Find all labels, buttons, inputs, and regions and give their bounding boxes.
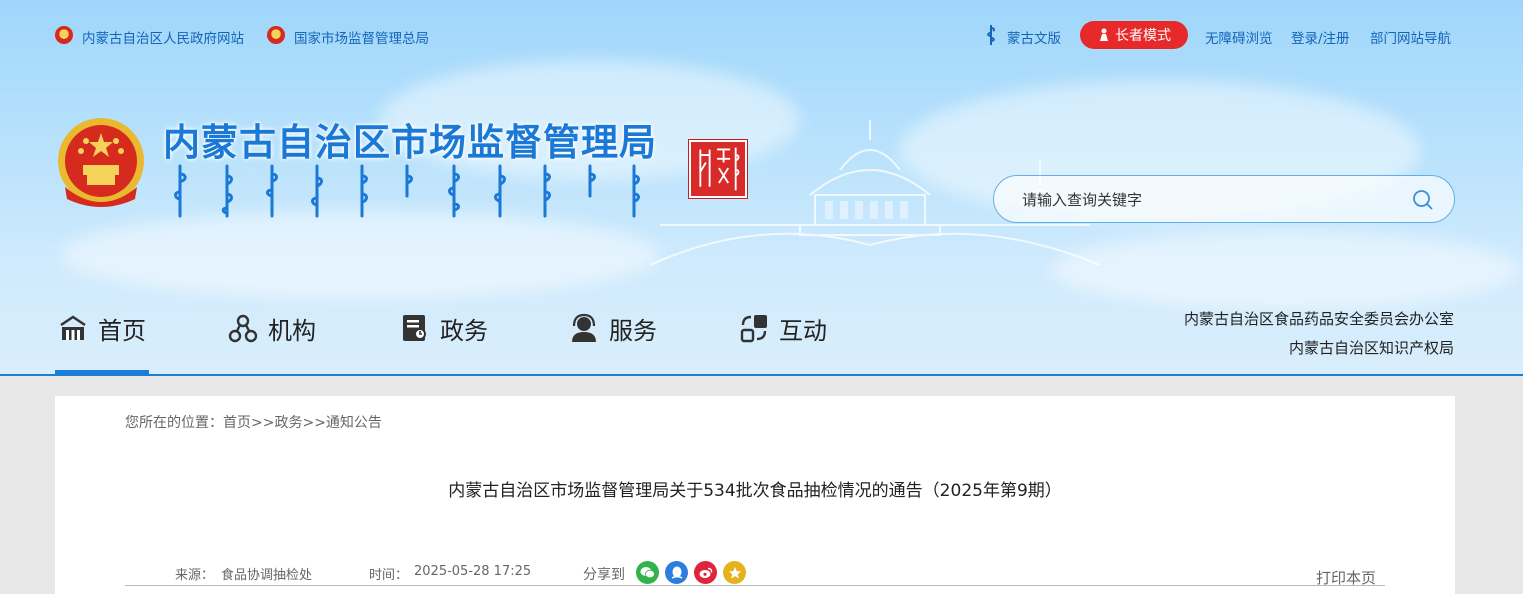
service-icon	[572, 313, 596, 342]
nav-affairs[interactable]: 政务	[400, 306, 488, 350]
nav-home-label: 首页	[98, 316, 146, 345]
elder-person-icon	[1100, 28, 1108, 41]
elder-mode-label: 长者模式	[1115, 28, 1171, 44]
samr-site-link[interactable]: 国家市场监督管理总局	[294, 27, 429, 47]
national-emblem-icon	[267, 26, 285, 44]
nav-service-label: 服务	[609, 316, 657, 345]
nav-interact-label: 互动	[779, 316, 827, 345]
ip-office-link[interactable]: 内蒙古自治区知识产权局	[1289, 337, 1454, 358]
search-icon[interactable]	[1412, 189, 1434, 211]
divider	[125, 585, 1385, 586]
national-emblem-icon	[55, 26, 73, 44]
mongolian-script-icon	[987, 25, 996, 45]
national-emblem-logo	[58, 118, 144, 207]
top-bar: 内蒙古自治区人民政府网站 国家市场监督管理总局 蒙古文版 长者模式 无障碍浏览 …	[0, 0, 1523, 72]
qzone-icon[interactable]	[723, 561, 746, 584]
nav-home[interactable]: 首页	[58, 306, 146, 350]
search-box[interactable]	[993, 175, 1455, 223]
org-icon	[228, 314, 258, 343]
dept-nav-link[interactable]: 部门网站导航	[1370, 27, 1451, 47]
breadcrumb: 您所在的位置：首页>>政务>>通知公告	[125, 415, 382, 431]
time-value: 2025-05-28 17:25	[414, 564, 532, 579]
mongolian-version-link[interactable]: 蒙古文版	[1007, 27, 1061, 47]
nav-active-indicator	[55, 370, 149, 376]
nav-affairs-label: 政务	[440, 316, 488, 345]
food-drug-safety-link[interactable]: 内蒙古自治区食品药品安全委员会办公室	[1184, 308, 1454, 329]
source-label: 来源：	[175, 568, 215, 583]
accessible-browse-link[interactable]: 无障碍浏览	[1205, 27, 1273, 47]
gov-site-link[interactable]: 内蒙古自治区人民政府网站	[82, 27, 244, 47]
source-value: 食品协调抽检处	[221, 568, 313, 583]
nav-interact[interactable]: 互动	[739, 306, 827, 350]
elder-mode-button[interactable]: 长者模式	[1080, 21, 1188, 49]
mongolian-title-script	[174, 164, 640, 218]
site-header: 内蒙古自治区人民政府网站 国家市场监督管理总局 蒙古文版 长者模式 无障碍浏览 …	[0, 0, 1523, 376]
qq-icon[interactable]	[665, 561, 688, 584]
nav-org[interactable]: 机构	[228, 306, 316, 350]
home-icon	[60, 315, 86, 340]
nav-service[interactable]: 服务	[569, 306, 657, 350]
share-label: 分享到	[583, 567, 625, 583]
time-label: 时间：	[369, 568, 409, 583]
wechat-icon[interactable]	[636, 561, 659, 584]
cloud-decoration	[1050, 230, 1520, 310]
weibo-icon[interactable]	[694, 561, 717, 584]
article-title: 内蒙古自治区市场监督管理局关于534批次食品抽检情况的通告（2025年第9期）	[448, 481, 1062, 501]
article-panel: 您所在的位置：首页>>政务>>通知公告 内蒙古自治区市场监督管理局关于534批次…	[55, 396, 1455, 594]
site-title: 内蒙古自治区市场监督管理局	[163, 121, 657, 164]
search-input[interactable]	[1022, 188, 1402, 212]
nav-org-label: 机构	[268, 316, 316, 345]
login-register-link[interactable]: 登录/注册	[1291, 27, 1350, 47]
interact-icon	[740, 315, 767, 343]
affairs-icon	[403, 315, 426, 341]
